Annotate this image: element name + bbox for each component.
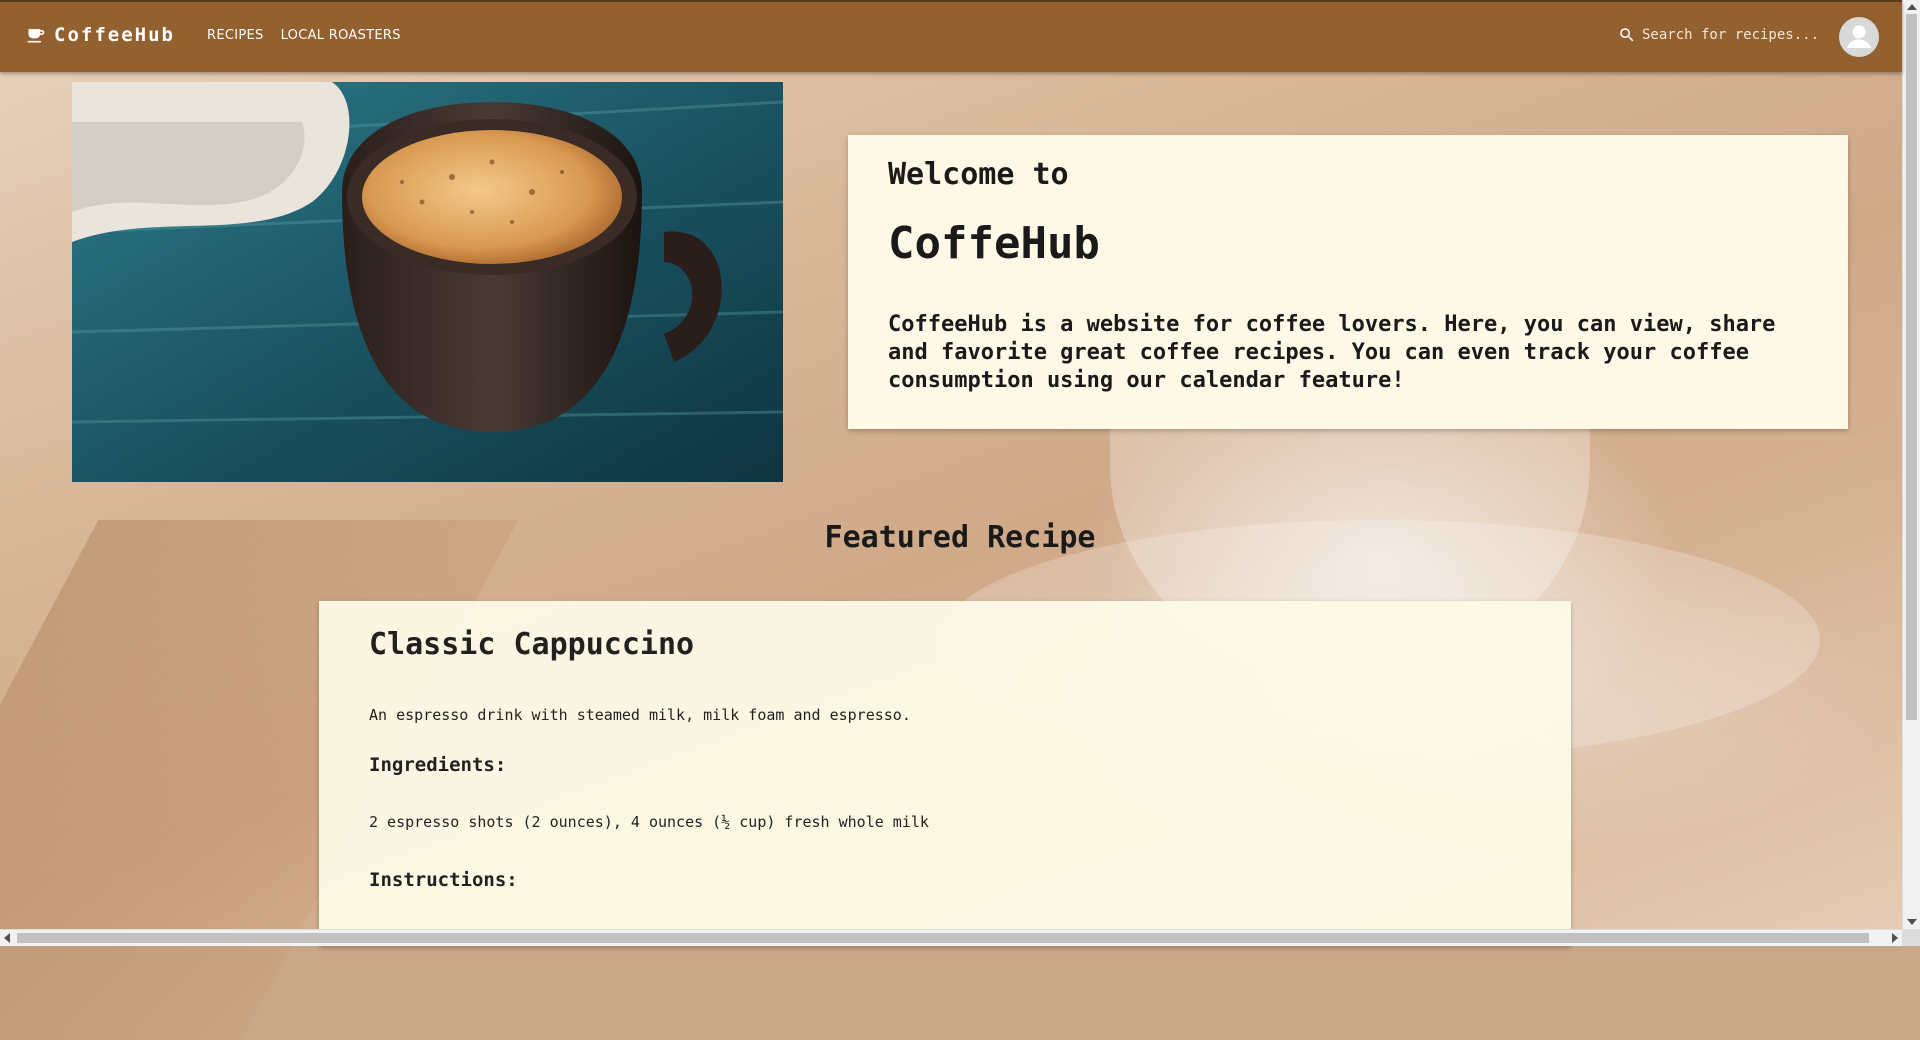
- hero-coffee-image: [72, 82, 783, 482]
- ingredients-heading: Ingredients:: [369, 754, 507, 776]
- scroll-right-arrow-icon[interactable]: [1892, 933, 1898, 943]
- coffee-cup-photo: [72, 82, 783, 482]
- brand[interactable]: CoffeeHub: [26, 24, 175, 46]
- recipe-description: An espresso drink with steamed milk, mil…: [369, 706, 911, 724]
- scroll-down-arrow-icon[interactable]: [1907, 919, 1917, 925]
- welcome-heading: Welcome to: [888, 157, 1069, 192]
- account-circle-icon: [1847, 25, 1871, 48]
- nav-recipes[interactable]: RECIPES: [207, 28, 264, 43]
- horizontal-scroll-thumb[interactable]: [17, 933, 1869, 943]
- site-title: CoffeHub: [888, 218, 1100, 269]
- featured-recipe-heading: Featured Recipe: [824, 520, 1096, 555]
- ingredients-list: 2 espresso shots (2 ounces), 4 ounces (½…: [369, 813, 929, 831]
- recipe-title[interactable]: Classic Cappuccino: [369, 627, 1521, 662]
- vertical-scroll-thumb[interactable]: [1906, 14, 1917, 720]
- scroll-up-arrow-icon[interactable]: [1907, 4, 1917, 10]
- nav-local-roasters[interactable]: LOCAL ROASTERS: [281, 28, 401, 43]
- search-input[interactable]: [1640, 26, 1834, 44]
- instructions-heading: Instructions:: [369, 869, 518, 891]
- scroll-left-arrow-icon[interactable]: [4, 933, 10, 943]
- vertical-scrollbar[interactable]: [1902, 0, 1920, 929]
- app-bar: CoffeeHub RECIPES LOCAL ROASTERS: [0, 0, 1902, 72]
- brand-name: CoffeeHub: [54, 24, 175, 46]
- avatar[interactable]: [1839, 17, 1879, 57]
- main-nav: RECIPES LOCAL ROASTERS: [207, 28, 401, 43]
- featured-recipe-card: Classic Cappuccino An espresso drink wit…: [319, 601, 1571, 946]
- welcome-description: CoffeeHub is a website for coffee lovers…: [888, 312, 1776, 393]
- scrollbar-corner: [1902, 929, 1920, 946]
- search-icon[interactable]: [1618, 26, 1636, 44]
- welcome-card: Welcome to CoffeHub CoffeeHub is a websi…: [848, 135, 1848, 429]
- horizontal-scrollbar[interactable]: [0, 929, 1902, 946]
- coffee-cup-icon: [27, 29, 45, 43]
- search-box: [1618, 26, 1834, 44]
